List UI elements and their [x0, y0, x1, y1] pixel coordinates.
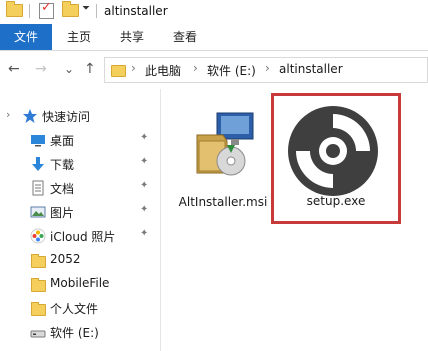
breadcrumb-drive[interactable]: 软件 (E:)	[207, 62, 256, 79]
title-bar: ✓ ⏷ altinstaller	[0, 0, 428, 24]
pin-icon[interactable]: ✦	[140, 132, 148, 143]
sidebar-item-drive-e[interactable]: 软件 (E:)	[0, 321, 160, 343]
file-name: setup.exe	[306, 194, 366, 208]
tab-file[interactable]: 文件	[0, 24, 52, 50]
sidebar-item-pictures[interactable]: 图片 ✦	[0, 201, 160, 223]
sidebar-item-label: 软件 (E:)	[50, 326, 99, 340]
quick-access-toolbar-dropdown-icon[interactable]: ⏷	[82, 3, 90, 14]
sidebar-item-personal-files[interactable]: 个人文件	[0, 297, 160, 319]
download-icon	[32, 157, 44, 171]
up-icon[interactable]: ↑	[84, 61, 96, 77]
ribbon-tabs: 文件 主页 共享 查看	[0, 24, 428, 51]
star-icon	[23, 109, 37, 123]
divider	[96, 4, 97, 18]
chevron-right-icon[interactable]: ›	[193, 61, 198, 75]
back-icon[interactable]: ←	[8, 61, 20, 77]
sidebar-item-documents[interactable]: 文档 ✦	[0, 177, 160, 199]
sidebar-item-desktop[interactable]: 桌面 ✦	[0, 129, 160, 151]
recent-locations-icon[interactable]: ⌄	[64, 61, 74, 77]
chevron-right-icon[interactable]: ›	[265, 61, 270, 75]
file-list: AltInstaller.msi setup.exe	[161, 89, 428, 351]
folder-icon	[111, 65, 126, 77]
tab-share[interactable]: 共享	[120, 24, 144, 50]
desktop-icon	[31, 135, 45, 147]
msi-installer-icon	[196, 112, 254, 176]
pin-icon[interactable]: ✦	[140, 180, 148, 191]
pin-icon[interactable]: ✦	[140, 204, 148, 215]
folder-icon	[30, 300, 46, 316]
file-item-setup-exe[interactable]: setup.exe	[274, 96, 398, 221]
pin-icon[interactable]: ✦	[140, 228, 148, 239]
divider	[29, 4, 30, 18]
address-bar[interactable]: › 此电脑 › 软件 (E:) › altinstaller	[104, 57, 428, 83]
chevron-right-icon[interactable]: ›	[131, 61, 136, 75]
picture-icon	[30, 206, 46, 218]
sidebar-item-2052[interactable]: 2052	[0, 249, 160, 271]
sidebar-item-label: 图片	[50, 206, 75, 220]
document-icon	[32, 180, 44, 196]
navigation-bar: ← → ⌄ ↑ › 此电脑 › 软件 (E:) › altinstaller	[0, 51, 428, 89]
drive-icon	[30, 330, 46, 338]
forward-icon[interactable]: →	[35, 61, 47, 77]
sidebar-item-label: MobileFile	[50, 276, 110, 290]
tab-view[interactable]: 查看	[173, 24, 197, 50]
new-folder-icon[interactable]	[62, 1, 79, 17]
folder-icon	[30, 276, 46, 292]
sidebar-item-label: 文档	[50, 182, 75, 196]
disc-icon	[288, 106, 378, 196]
navigation-pane: › 快速访问 桌面 ✦ 下载 ✦ 文档 ✦ 图片 ✦ iCloud 照片 ✦ 2…	[0, 89, 161, 351]
tab-home[interactable]: 主页	[67, 24, 91, 50]
sidebar-item-label: 个人文件	[50, 302, 99, 316]
pin-icon[interactable]: ✦	[140, 156, 148, 167]
sidebar-item-mobilefile[interactable]: MobileFile	[0, 273, 160, 295]
breadcrumb-current-folder[interactable]: altinstaller	[279, 62, 343, 76]
sidebar-item-quick-access[interactable]: › 快速访问	[0, 105, 160, 127]
properties-icon[interactable]: ✓	[39, 0, 54, 19]
sidebar-item-label: 下载	[50, 158, 75, 172]
breadcrumb-this-pc[interactable]: 此电脑	[145, 62, 181, 79]
sidebar-item-label: iCloud 照片	[50, 230, 116, 244]
folder-icon	[6, 1, 23, 17]
sidebar-item-label: 桌面	[50, 134, 75, 148]
file-item-altinstaller-msi[interactable]: AltInstaller.msi	[173, 97, 273, 215]
icloud-photos-icon	[30, 228, 46, 244]
sidebar-item-label: 快速访问	[42, 110, 91, 124]
sidebar-item-icloud-photos[interactable]: iCloud 照片 ✦	[0, 225, 160, 247]
file-name: AltInstaller.msi	[178, 195, 268, 209]
window-title: altinstaller	[104, 4, 168, 18]
folder-icon	[30, 252, 46, 268]
sidebar-item-downloads[interactable]: 下载 ✦	[0, 153, 160, 175]
collapse-chevron-icon[interactable]: ›	[6, 108, 10, 121]
sidebar-item-label: 2052	[50, 252, 81, 266]
